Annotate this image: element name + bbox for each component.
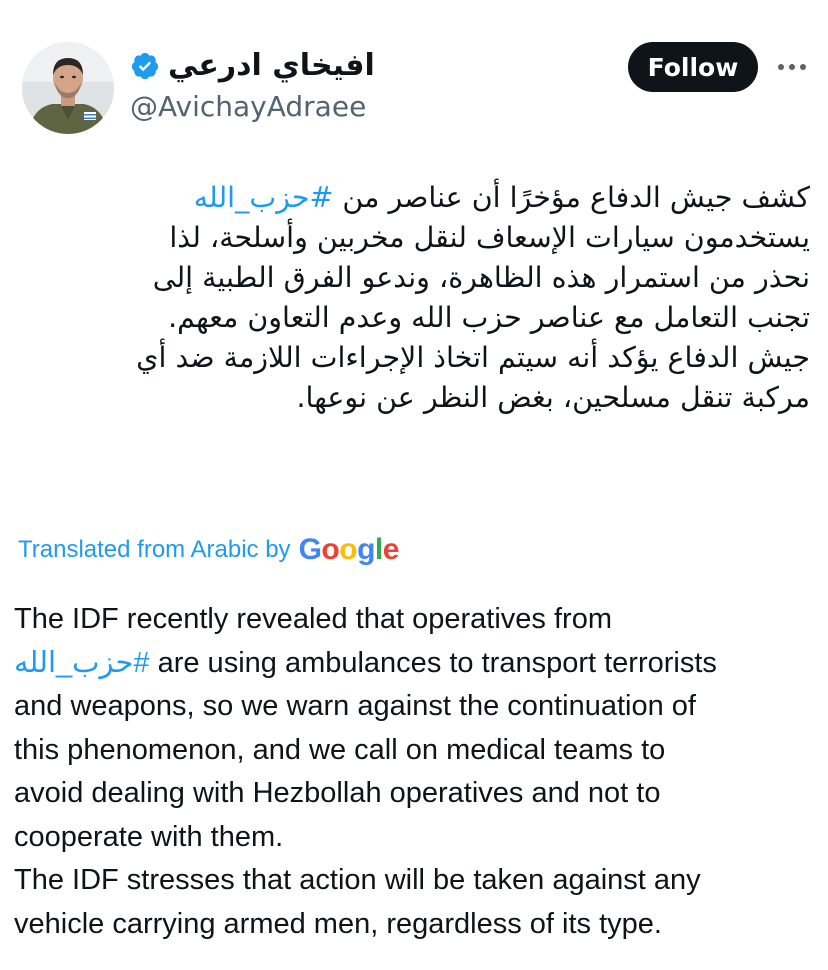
english-line: this phenomenon, and we call on medical … — [14, 733, 666, 766]
tweet-text-arabic: كشف جيش الدفاع مؤخرًا أن عناصر من #حزب_ا… — [0, 178, 810, 418]
hashtag-link[interactable]: #حزب_الله — [194, 181, 334, 214]
google-letter: o — [321, 533, 340, 566]
english-line: avoid dealing with Hezbollah operatives … — [14, 777, 661, 809]
author-display-name[interactable]: افيخاي ادرعي — [168, 48, 375, 84]
google-letter: g — [357, 533, 375, 566]
text-segment: are using ambulances to transport terror… — [149, 646, 717, 679]
translation-label: Translated from Arabic by — [18, 536, 291, 563]
translation-attribution[interactable]: Translated from Arabic by Google — [18, 532, 399, 568]
verified-badge-icon — [131, 52, 159, 80]
google-letter: l — [374, 533, 383, 566]
arabic-line: نحذر من استمرار هذه الظاهرة، وندعو الفرق… — [152, 261, 810, 294]
arabic-line: مركبة تنقل مسلحين، بغض النظر عن نوعها. — [296, 381, 811, 414]
google-letter: e — [382, 533, 400, 566]
author-name-row: افيخاي ادرعي — [130, 48, 375, 84]
google-letter: o — [339, 533, 358, 566]
more-options-icon — [778, 64, 806, 70]
google-letter: G — [298, 533, 322, 566]
arabic-line: كشف جيش الدفاع مؤخرًا أن عناصر من #حزب_ا… — [0, 178, 810, 218]
english-line: and weapons, so we warn against the cont… — [14, 690, 696, 722]
google-logo: Google — [298, 533, 400, 567]
english-line: vehicle carrying armed men, regardless o… — [14, 907, 662, 940]
english-line: cooperate with them. — [14, 820, 284, 853]
english-line: #حزب_الله are using ambulances to transp… — [14, 642, 814, 686]
english-line: The IDF recently revealed that operative… — [14, 603, 612, 635]
english-line: The IDF stresses that action will be tak… — [14, 864, 701, 896]
arabic-line: يستخدمون سيارات الإسعاف لنقل مخربين وأسل… — [169, 221, 810, 254]
follow-button[interactable]: Follow — [628, 42, 758, 92]
tweet-header: افيخاي ادرعي @AvichayAdraee Follow — [0, 0, 828, 150]
profile-photo-icon — [22, 42, 114, 134]
hashtag-link[interactable]: #حزب_الله — [14, 647, 150, 679]
avatar[interactable] — [22, 42, 114, 134]
tweet-text-translation: The IDF recently revealed that operative… — [14, 598, 814, 946]
author-handle[interactable]: @AvichayAdraee — [130, 90, 366, 124]
text-segment: كشف جيش الدفاع مؤخرًا أن عناصر من — [333, 181, 810, 214]
arabic-line: جيش الدفاع يؤكد أنه سيتم اتخاذ الإجراءات… — [136, 341, 810, 374]
more-options-button[interactable] — [772, 52, 812, 82]
arabic-line: تجنب التعامل مع عناصر حزب الله وعدم التع… — [168, 301, 810, 334]
